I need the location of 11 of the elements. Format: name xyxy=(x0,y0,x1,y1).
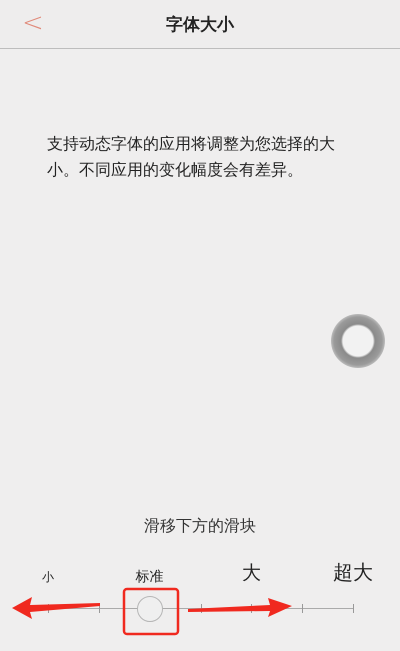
highlight-rectangle xyxy=(122,588,180,636)
size-label: 小 xyxy=(42,569,54,586)
back-button[interactable]: < xyxy=(22,8,44,38)
page-title: 字体大小 xyxy=(166,14,234,36)
size-label: 大 xyxy=(242,561,261,586)
slider-thumb[interactable] xyxy=(136,596,163,622)
size-label: 标准 xyxy=(136,568,164,586)
slider-hint: 滑移下方的滑块 xyxy=(143,516,257,537)
floating-button[interactable] xyxy=(331,314,385,368)
description-text: 支持动态字体的应用将调整为您选择的大小。不同应用的变化幅度会有差异。 xyxy=(47,133,336,181)
size-label: 超大 xyxy=(332,559,373,586)
